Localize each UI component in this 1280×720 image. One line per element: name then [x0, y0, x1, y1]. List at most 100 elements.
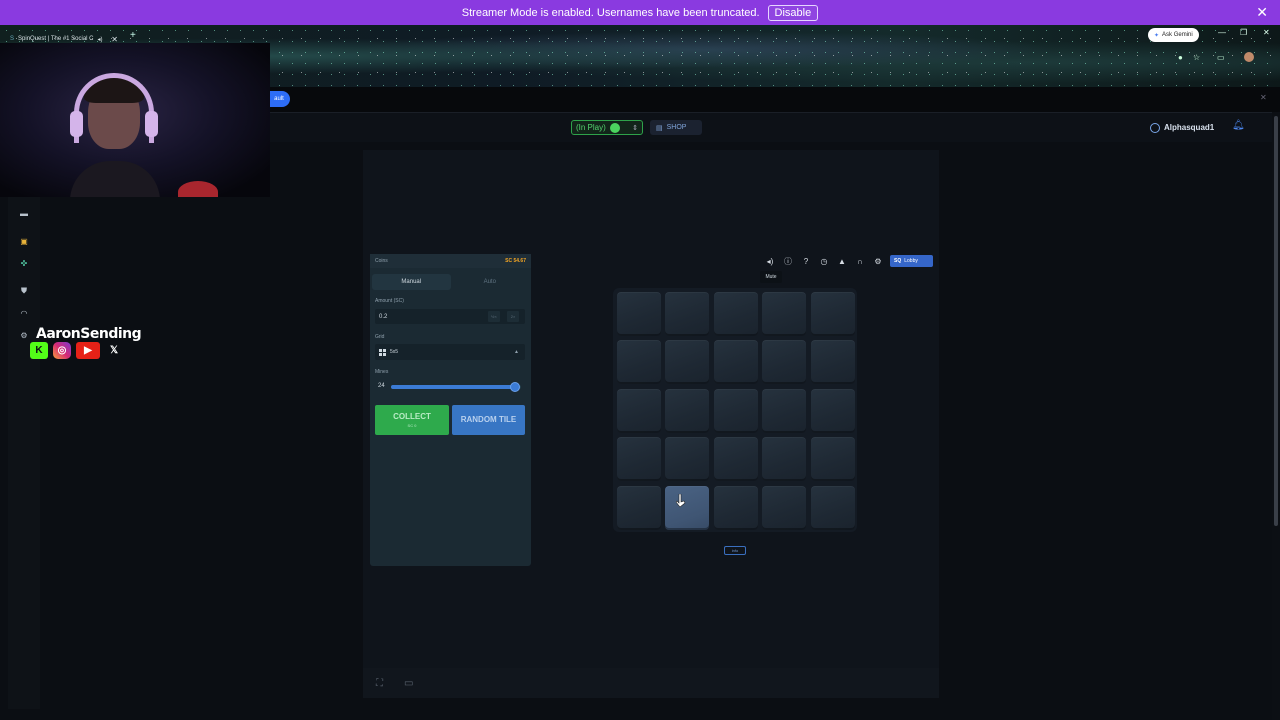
mouse-cursor-icon	[676, 494, 686, 508]
banner-message: Streamer Mode is enabled. Usernames have…	[461, 6, 760, 19]
half-amount-button[interactable]: ½×	[488, 311, 500, 322]
puzzle-icon[interactable]: ✜	[19, 258, 29, 268]
location-icon[interactable]: ●	[1178, 53, 1183, 62]
amount-value: 0.2	[379, 313, 388, 320]
coin-toggle-icon	[609, 122, 620, 133]
ask-gemini-button[interactable]: ✦ Ask Gemini	[1148, 28, 1199, 42]
disable-streamer-mode-button[interactable]: Disable	[767, 4, 819, 21]
board-tile[interactable]	[713, 292, 758, 336]
username: Alphasquad1	[1164, 123, 1215, 132]
random-tile-button[interactable]: RANDOM TILE	[452, 405, 525, 435]
board-tile[interactable]	[762, 485, 807, 530]
board-tile[interactable]	[713, 437, 758, 482]
shop-label: SHOP	[666, 124, 687, 131]
tab-auto[interactable]: Auto	[451, 274, 530, 290]
headphones-graphic	[74, 73, 154, 143]
board-tile[interactable]	[762, 292, 807, 336]
board-info-button[interactable]: info	[724, 546, 746, 555]
promo-pill[interactable]: ault	[268, 91, 290, 107]
minimize-icon[interactable]: —	[1218, 28, 1226, 37]
social-icons: K ◎ ▶ 𝕏	[30, 342, 123, 359]
window-close-icon[interactable]: ✕	[1263, 28, 1270, 37]
board-tile[interactable]	[762, 437, 807, 482]
speaker-icon[interactable]: ◂)	[764, 255, 776, 267]
help-icon[interactable]: ?	[800, 255, 812, 267]
theater-mode-icon[interactable]: ▭	[404, 678, 413, 689]
site-favicon-icon: S	[10, 36, 15, 42]
promo-pill-label: ault	[274, 96, 284, 102]
board-tile[interactable]	[713, 388, 758, 433]
board-tile[interactable]	[617, 292, 661, 336]
close-icon[interactable]: ✕	[1256, 4, 1268, 21]
headphones-icon[interactable]: ∩	[854, 255, 866, 267]
youtube-icon: ▶	[76, 342, 100, 359]
board-tile[interactable]	[617, 388, 661, 433]
fullscreen-icon[interactable]: ⛶	[376, 678, 383, 689]
board-tile[interactable]	[617, 340, 661, 385]
board-tile[interactable]	[810, 437, 855, 482]
board-tile[interactable]	[713, 340, 758, 385]
shield-icon[interactable]: ⛊	[19, 286, 29, 296]
user-menu[interactable]: Alphasquad1	[1150, 120, 1214, 135]
page-scrollbar[interactable]	[1272, 112, 1280, 720]
board-tile[interactable]	[810, 340, 855, 385]
board-tile[interactable]	[617, 485, 661, 530]
board-tile[interactable]	[810, 292, 855, 336]
bell-icon[interactable]: 🔔︎	[1232, 120, 1245, 131]
microphone-graphic	[178, 181, 218, 197]
board-tile[interactable]	[665, 340, 710, 385]
lobby-label: Lobby	[904, 258, 918, 264]
star-icon[interactable]: ☆	[1193, 53, 1200, 62]
ask-gemini-label: Ask Gemini	[1162, 32, 1193, 38]
chevron-up-icon: ▲	[514, 349, 519, 355]
new-tab-icon[interactable]: +	[130, 30, 136, 41]
grid-value: 5x5	[390, 349, 399, 355]
wallet-icon[interactable]: ▬	[19, 208, 29, 218]
history-icon[interactable]: ◷	[818, 255, 830, 267]
grid-icon	[379, 348, 386, 356]
grid-label: Grid	[375, 334, 385, 340]
shop-button[interactable]: ▤ SHOP	[650, 120, 702, 135]
restore-icon[interactable]: ❐	[1240, 28, 1247, 37]
board-tile[interactable]	[762, 388, 807, 433]
tab-manual[interactable]: Manual	[372, 274, 451, 290]
scrollbar-thumb[interactable]	[1274, 116, 1278, 526]
board-tile[interactable]	[617, 437, 661, 482]
headphones-icon[interactable]: ◠	[19, 308, 29, 318]
close-icon[interactable]: ✕	[1260, 93, 1267, 102]
gear-icon[interactable]: ⚙	[872, 255, 884, 267]
amount-input[interactable]: 0.2 ½× 2×	[375, 309, 525, 324]
mines-slider-handle[interactable]	[509, 382, 520, 392]
board-tile[interactable]	[665, 485, 710, 530]
collect-amount: SC 0	[407, 423, 417, 428]
gear-icon[interactable]: ⚙	[19, 330, 29, 340]
board-tile[interactable]	[810, 388, 855, 433]
double-amount-button[interactable]: 2×	[507, 311, 519, 322]
extensions-icon[interactable]: ▭	[1217, 53, 1225, 62]
chevron-updown-icon: ⇕	[632, 124, 638, 132]
board-tile[interactable]	[665, 437, 710, 482]
info-icon[interactable]: ⓘ	[782, 255, 794, 267]
board-tile[interactable]	[762, 340, 807, 385]
board-tile[interactable]	[665, 292, 710, 336]
shop-icon: ▤	[656, 124, 663, 132]
grid-select[interactable]: 5x5 ▲	[375, 344, 525, 360]
mines-label: Mines	[375, 369, 389, 375]
collect-button[interactable]: COLLECT SC 0	[375, 405, 449, 435]
mines-slider[interactable]	[391, 382, 521, 392]
profile-avatar[interactable]	[1244, 52, 1254, 62]
board-tile[interactable]	[713, 485, 758, 530]
user-icon	[1150, 122, 1160, 133]
gift-icon[interactable]: ▣	[19, 236, 29, 246]
stats-icon[interactable]: ▲	[836, 255, 848, 267]
board-tile[interactable]	[665, 388, 710, 433]
mines-slider-fill	[391, 385, 516, 389]
mines-board	[613, 288, 857, 532]
kick-icon: K	[30, 342, 48, 359]
coins-label: Coins	[375, 258, 388, 264]
lobby-button[interactable]: SQ Lobby	[890, 255, 933, 267]
mute-tooltip: Mute	[760, 271, 782, 283]
play-status-selector[interactable]: (In Play) ⇕	[571, 120, 643, 135]
webcam-overlay	[0, 43, 270, 197]
board-tile[interactable]	[810, 485, 855, 530]
